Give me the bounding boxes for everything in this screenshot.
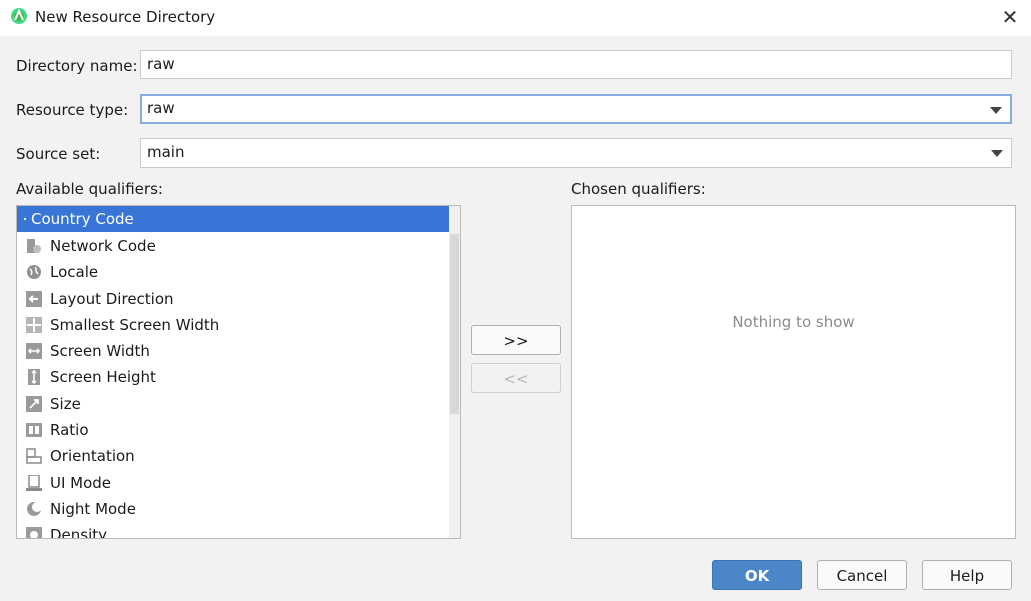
list-item-label: Night Mode <box>50 500 136 518</box>
smallest-width-icon <box>26 317 42 333</box>
list-item-label: Network Code <box>50 237 156 255</box>
list-item[interactable]: Smallest Screen Width <box>17 312 449 338</box>
source-set-select[interactable]: main <box>140 138 1012 168</box>
globe-icon <box>27 265 41 279</box>
close-button[interactable]: ✕ <box>996 4 1024 30</box>
ratio-icon <box>26 423 42 437</box>
available-qualifiers-list[interactable]: Country Code Network Code Locale Layout … <box>16 205 461 539</box>
cancel-button[interactable]: Cancel <box>817 560 907 590</box>
list-item-label: Orientation <box>50 447 135 465</box>
ok-button[interactable]: OK <box>712 560 802 590</box>
chevron-down-icon <box>990 107 1002 114</box>
list-item[interactable]: Night Mode <box>17 496 449 522</box>
list-item[interactable]: Orientation <box>17 443 449 469</box>
list-item[interactable]: Network Code <box>17 233 449 259</box>
list-item-label: Screen Width <box>50 342 150 360</box>
chosen-qualifiers-list[interactable]: Nothing to show <box>571 205 1016 539</box>
list-item[interactable]: Ratio <box>17 417 449 443</box>
list-item[interactable]: Locale <box>17 259 449 285</box>
available-qualifiers-label: Available qualifiers: <box>16 180 163 198</box>
source-set-label: Source set: <box>16 145 101 163</box>
list-item[interactable]: Country Code <box>17 206 449 232</box>
android-studio-icon <box>11 8 27 24</box>
list-item[interactable]: Density <box>17 522 449 539</box>
title-bar: New Resource Directory ✕ <box>0 0 1031 36</box>
window-title: New Resource Directory <box>35 8 216 26</box>
scrollbar-thumb[interactable] <box>450 234 459 414</box>
empty-state-text: Nothing to show <box>732 313 855 331</box>
orientation-icon <box>26 448 42 464</box>
country-code-icon <box>24 218 26 220</box>
directory-name-label: Directory name: <box>16 57 138 75</box>
list-item[interactable]: Size <box>17 391 449 417</box>
remove-qualifier-button[interactable]: << <box>471 363 561 393</box>
add-qualifier-button[interactable]: >> <box>471 325 561 355</box>
list-item[interactable]: Screen Width <box>17 338 449 364</box>
list-item-label: Screen Height <box>50 368 156 386</box>
size-icon <box>26 396 42 412</box>
list-item-label: Ratio <box>50 421 89 439</box>
source-set-value: main <box>147 143 185 161</box>
list-item[interactable]: Screen Height <box>17 364 449 390</box>
list-item-label: Country Code <box>31 210 134 228</box>
screen-height-icon <box>28 369 40 385</box>
list-item-label: Smallest Screen Width <box>50 316 220 334</box>
vertical-scrollbar[interactable] <box>449 206 460 538</box>
list-item[interactable]: UI Mode <box>17 470 449 496</box>
help-button[interactable]: Help <box>922 560 1012 590</box>
list-item[interactable]: Layout Direction <box>17 286 449 312</box>
list-item-label: Density <box>50 526 108 539</box>
chevron-down-icon <box>991 150 1003 157</box>
resource-type-select[interactable]: raw <box>140 94 1012 124</box>
directory-name-value: raw <box>147 55 175 73</box>
list-item-label: Size <box>50 395 81 413</box>
directory-name-input[interactable]: raw <box>140 50 1012 79</box>
resource-type-value: raw <box>147 99 175 117</box>
chosen-qualifiers-label: Chosen qualifiers: <box>571 180 706 198</box>
night-mode-icon <box>27 502 42 516</box>
network-code-icon <box>27 239 41 253</box>
ui-mode-icon <box>26 475 42 491</box>
screen-width-icon <box>26 343 42 359</box>
list-item-label: UI Mode <box>50 474 112 492</box>
resource-type-label: Resource type: <box>16 101 129 119</box>
list-item-label: Locale <box>50 263 99 281</box>
density-icon <box>26 527 42 538</box>
layout-direction-icon <box>26 291 42 307</box>
list-item-label: Layout Direction <box>50 290 174 308</box>
